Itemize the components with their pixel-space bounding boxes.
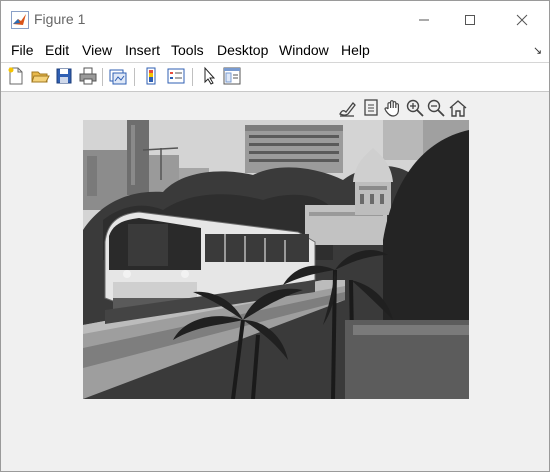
figure-toolbar	[1, 62, 549, 92]
pan-hand-icon[interactable]	[383, 98, 403, 118]
menu-edit[interactable]: Edit	[45, 42, 69, 58]
figure-window: Figure 1 File Edit View Insert Tools Des…	[0, 0, 550, 472]
menu-tools[interactable]: Tools	[171, 42, 204, 58]
maximize-button[interactable]	[447, 1, 493, 38]
title-bar[interactable]: Figure 1	[1, 1, 549, 38]
minimize-button[interactable]	[401, 1, 447, 38]
link-plot-icon[interactable]	[108, 66, 128, 86]
menu-insert[interactable]: Insert	[125, 42, 160, 58]
menu-window[interactable]: Window	[279, 42, 329, 58]
dock-figure-icon[interactable]: ↘	[533, 44, 542, 57]
menu-help[interactable]: Help	[341, 42, 370, 58]
print-icon[interactable]	[78, 66, 98, 86]
menu-view[interactable]: View	[82, 42, 112, 58]
brush-icon[interactable]	[337, 98, 357, 118]
zoom-out-icon[interactable]	[426, 98, 446, 118]
insert-legend-icon[interactable]	[166, 66, 186, 86]
toolbar-separator	[134, 68, 135, 86]
menu-file[interactable]: File	[11, 42, 34, 58]
toolbar-separator	[192, 68, 193, 86]
close-button[interactable]	[499, 1, 545, 38]
edit-plot-arrow-icon[interactable]	[199, 66, 219, 86]
image-axes[interactable]	[83, 120, 469, 399]
matlab-logo-icon	[11, 11, 29, 29]
new-figure-icon[interactable]	[6, 66, 26, 86]
insert-colorbar-icon[interactable]	[141, 66, 161, 86]
menu-desktop[interactable]: Desktop	[217, 42, 268, 58]
home-restore-icon[interactable]	[448, 98, 468, 118]
minimize-icon	[419, 19, 429, 20]
window-title: Figure 1	[34, 11, 86, 27]
zoom-in-icon[interactable]	[405, 98, 425, 118]
maximize-icon	[465, 14, 475, 25]
data-tips-icon[interactable]	[361, 98, 381, 118]
toolbar-separator	[102, 68, 103, 86]
save-icon[interactable]	[54, 66, 74, 86]
open-file-icon[interactable]	[30, 66, 50, 86]
menu-bar: File Edit View Insert Tools Desktop Wind…	[1, 38, 549, 62]
close-icon	[516, 14, 528, 25]
grayscale-photo	[83, 120, 469, 399]
property-inspector-icon[interactable]	[222, 66, 242, 86]
